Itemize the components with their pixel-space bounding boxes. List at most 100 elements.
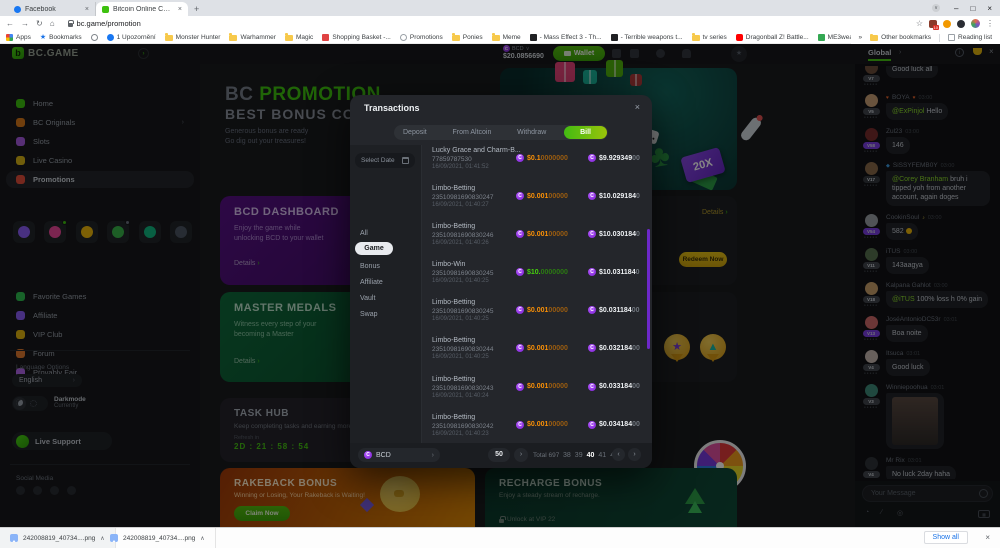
page-number[interactable]: 40 (587, 452, 595, 459)
reading-list[interactable]: Reading list (948, 34, 992, 41)
bookmark-item[interactable]: Dragonball Z! Battle... (736, 34, 809, 41)
transaction-amount: C $0.00100000 (516, 306, 568, 314)
transaction-balance: C $0.03318400 (588, 383, 640, 391)
minimize-button[interactable]: – (954, 4, 958, 13)
image-file-icon (10, 534, 18, 542)
bookmark-item[interactable]: tv series (692, 34, 727, 41)
next-page-button[interactable]: › (628, 448, 641, 461)
forward-icon[interactable]: → (21, 19, 29, 28)
prev-page-button[interactable]: ‹ (612, 448, 625, 461)
bookmark-item[interactable]: Meme (492, 34, 521, 41)
show-all-downloads-button[interactable]: Show all (924, 531, 968, 544)
extension-icon[interactable]: 10 (929, 20, 937, 28)
extension-icon[interactable] (957, 20, 965, 28)
page-number[interactable]: 38 (563, 452, 571, 459)
transaction-tab[interactable]: Deposit (395, 126, 435, 139)
transaction-id: 23510981690830245 (432, 308, 493, 315)
bookmark-item[interactable]: Apps (6, 34, 31, 41)
tab-search-icon[interactable]: ∨ (932, 4, 940, 12)
transaction-tab[interactable]: Bill (564, 126, 607, 139)
downloads-bar: 242008819_40734....png ∧ 242008819_40734… (0, 527, 1000, 548)
browser-menu-icon[interactable]: ⋮ (986, 19, 994, 28)
modal-close-icon[interactable]: × (635, 102, 640, 112)
transaction-row: Limbo-Betting 23510981690830243 16/09/20… (430, 374, 648, 412)
transaction-list: Lucky Grace and Charm-B... 77859787530 1… (430, 145, 648, 443)
bcgame-favicon (102, 6, 109, 13)
window-close-button[interactable]: × (987, 4, 992, 13)
transaction-game: Limbo-Betting (432, 414, 475, 421)
download-menu-caret[interactable]: ∧ (200, 535, 204, 542)
reading-list-icon (948, 34, 955, 41)
bookmark-favicon (165, 35, 173, 41)
currency-selector[interactable]: C BCD › (358, 448, 440, 462)
bookmark-star-icon[interactable]: ☆ (916, 19, 923, 28)
transaction-balance: C $0.03118400 (588, 306, 640, 314)
tab-close-icon[interactable]: × (85, 6, 89, 13)
profile-avatar[interactable] (971, 19, 980, 28)
bookmarks-bar-right: » Other bookmarks Reading list (851, 31, 1000, 44)
bookmark-item[interactable]: Ponies (452, 34, 483, 41)
transaction-filter-item[interactable]: Swap (360, 311, 378, 318)
select-date-dropdown[interactable]: Select Date (355, 153, 415, 168)
bookmark-item[interactable]: Shopping Basket -... (322, 34, 391, 41)
page-number[interactable]: 41 (598, 452, 606, 459)
download-filename: 242008819_40734....png (123, 535, 195, 542)
transaction-tab[interactable]: Withdraw (509, 126, 554, 139)
bookmark-item[interactable]: - Mass Effect 3 - Th... (530, 34, 602, 41)
bookmark-item[interactable]: Monster Hunter (165, 34, 221, 41)
download-item[interactable]: 242008819_40734....png ∧ (0, 528, 116, 548)
page-size-chevron[interactable]: › (514, 448, 528, 462)
download-item[interactable]: 242008819_40734....png ∧ (100, 528, 216, 548)
url-field[interactable]: bc.game/promotion (62, 18, 909, 29)
transaction-id: 23510981690830244 (432, 346, 493, 353)
transaction-filter-item[interactable]: Affiliate (360, 279, 383, 286)
transaction-date: 16/09/2021, 01:40:26 (432, 240, 489, 246)
addressbar-actions: ☆ 10 ⋮ (916, 19, 994, 28)
transaction-date: 16/09/2021, 01:40:27 (432, 202, 489, 208)
extension-icon[interactable] (943, 20, 951, 28)
screen: Facebook × Bitcoin Online Casino Bonuses… (0, 0, 1000, 548)
page-size-selector[interactable]: 50 (488, 448, 510, 462)
transaction-amount: C $10.0000000 (516, 268, 568, 276)
bookmark-item[interactable]: Promotions (400, 34, 443, 41)
home-icon[interactable]: ⌂ (50, 19, 55, 28)
bcd-coin-icon: C (516, 192, 524, 200)
browser-tab-bcgame[interactable]: Bitcoin Online Casino Bonuses a... × (96, 2, 188, 16)
tab-close-icon[interactable]: × (178, 6, 182, 13)
downloads-close-icon[interactable]: × (985, 533, 990, 542)
transaction-tab[interactable]: From Altcoin (444, 126, 499, 139)
transaction-game: Limbo-Win (432, 261, 465, 268)
transaction-filter-item[interactable]: All (360, 230, 368, 237)
other-bookmarks[interactable]: Other bookmarks (870, 34, 931, 41)
bookmark-item[interactable]: ★ Bookmarks (40, 34, 82, 41)
bcd-coin-icon: C (516, 344, 524, 352)
transaction-balance: C $10.0311840 (588, 268, 640, 276)
image-file-icon (110, 534, 118, 542)
transaction-amount: C $0.00100000 (516, 421, 568, 429)
scrollbar-thumb[interactable] (647, 229, 650, 349)
bookmark-favicon (229, 35, 237, 41)
url-text: bc.game/promotion (77, 19, 141, 28)
transaction-amount: C $0.00100000 (516, 230, 568, 238)
transaction-amount: C $0.00100000 (516, 192, 568, 200)
bookmark-favicon: ★ (40, 34, 46, 41)
bcd-coin-icon: C (516, 230, 524, 238)
bookmark-item[interactable]: Warhammer (229, 34, 276, 41)
bookmark-item[interactable]: 1 Upozornění (107, 34, 156, 41)
bookmark-item[interactable]: Magic (285, 34, 313, 41)
bookmarks-overflow-icon[interactable]: » (859, 34, 863, 41)
page-number[interactable]: 39 (575, 452, 583, 459)
maximize-button[interactable]: □ (970, 4, 975, 13)
transaction-filter-item[interactable]: Bonus (360, 263, 380, 270)
bookmark-favicon (322, 34, 329, 41)
transaction-filter-item[interactable]: Vault (360, 295, 375, 302)
browser-tab-facebook[interactable]: Facebook × (8, 2, 96, 16)
bookmark-item[interactable]: - Terrible weapons t... (611, 34, 683, 41)
bcd-coin-icon: C (516, 268, 524, 276)
transaction-filter-item[interactable]: Game (355, 242, 393, 255)
bookmark-item[interactable] (91, 34, 98, 41)
back-icon[interactable]: ← (6, 19, 14, 28)
transaction-amount: C $0.00100000 (516, 344, 568, 352)
new-tab-button[interactable]: + (194, 2, 199, 16)
reload-icon[interactable]: ↻ (36, 19, 43, 28)
